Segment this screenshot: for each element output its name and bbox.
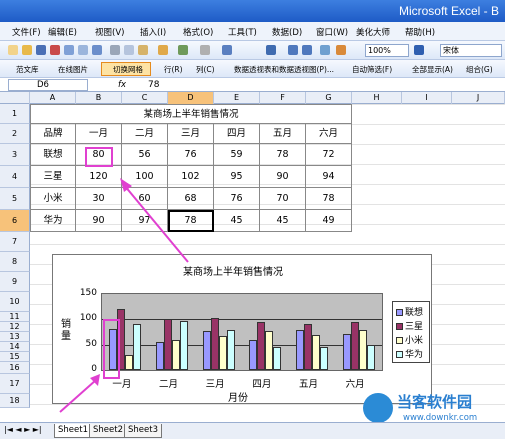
annotation-arrow [123,184,189,263]
highlight-box [103,319,120,379]
tab-scroll-arrows-icon[interactable]: |◄ ◄ ► ►| [4,425,42,434]
watermark-logo-icon [363,393,393,423]
tab-sheet2[interactable]: Sheet2 [89,424,127,438]
arrowhead [120,178,132,192]
annotation-arrow [59,379,97,413]
tab-sheet3[interactable]: Sheet3 [124,424,162,438]
annotation-overlay [59,147,189,413]
sheet-tab-bar: |◄ ◄ ► ►| Sheet1 Sheet2 Sheet3 [0,422,505,439]
highlight-box [85,147,113,167]
watermark-name: 当客软件园 [397,393,473,411]
tab-sheet1[interactable]: Sheet1 [54,424,92,438]
